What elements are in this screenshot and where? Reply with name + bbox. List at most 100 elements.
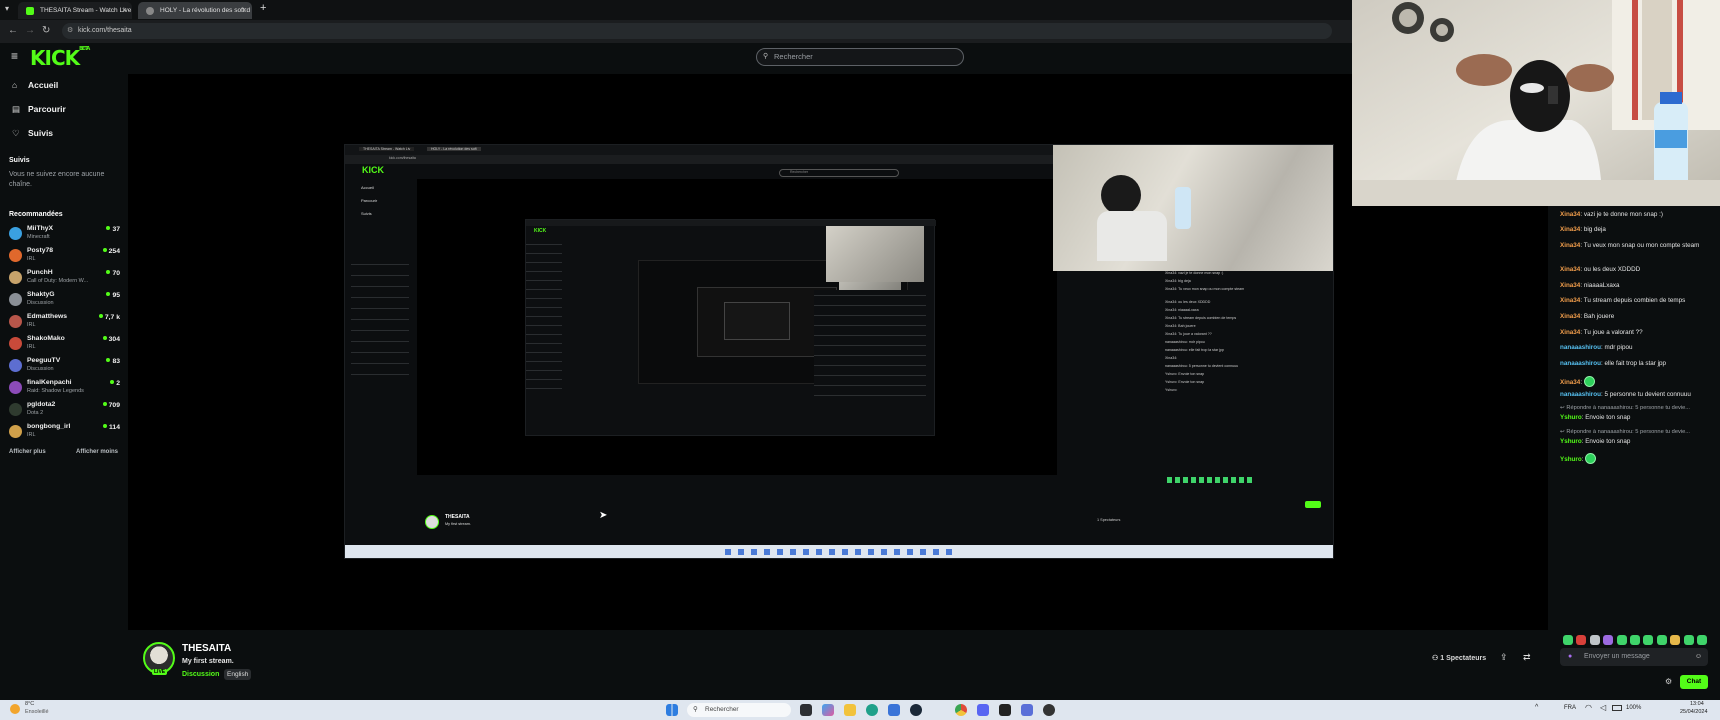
avatar — [9, 337, 22, 350]
terminal-icon[interactable] — [999, 704, 1011, 716]
category-link[interactable]: Discussion — [182, 671, 219, 678]
show-more-link[interactable]: Afficher plus — [9, 449, 46, 455]
emote-icon[interactable] — [1629, 635, 1640, 645]
chat-username[interactable]: Yshuro — [1560, 414, 1582, 421]
chat-username[interactable]: Yshuro — [1560, 456, 1582, 463]
url-text: kick.com/thesaita — [78, 27, 132, 34]
app-icon[interactable] — [1021, 704, 1033, 716]
chat-username[interactable]: Xina34 — [1560, 242, 1580, 249]
chat-send-button[interactable]: Chat — [1680, 675, 1708, 689]
chat-username[interactable]: nanaaashirou — [1560, 391, 1601, 398]
discord-icon[interactable] — [977, 704, 989, 716]
recommended-channel[interactable]: ShaktyG Discussion 95 — [8, 290, 120, 310]
edge-icon[interactable] — [866, 704, 878, 716]
emote-icon[interactable] — [1670, 635, 1681, 645]
close-tab-icon[interactable]: × — [122, 2, 127, 19]
recommended-channel[interactable]: Posty78 IRL 254 — [8, 246, 120, 266]
viewers-label: 1 Spectateurs — [1440, 655, 1487, 662]
chat-input-placeholder: Envoyer un message — [1584, 653, 1650, 660]
tab-thesaita[interactable]: THESAITA Stream - Watch Live × — [18, 2, 132, 19]
tray-chevron-icon[interactable]: ^ — [1535, 704, 1538, 711]
viewer-count: 95 — [106, 292, 120, 299]
kick-logo[interactable]: KICKBETA — [30, 46, 90, 70]
channel-category: Discussion — [27, 366, 54, 372]
search-placeholder: Rechercher — [774, 52, 813, 61]
tab-holy[interactable]: HOLY - La révolution des soft d × — [138, 2, 252, 19]
windows-start-icon[interactable] — [666, 704, 678, 716]
clock-date[interactable]: 25/04/2024 — [1680, 709, 1708, 715]
emote-icon[interactable] — [1616, 635, 1627, 645]
streamer-name[interactable]: THESAITA — [182, 643, 231, 654]
emote-icon[interactable] — [1563, 635, 1573, 645]
reload-icon[interactable]: ↻ — [42, 25, 50, 36]
emoji-picker-icon[interactable]: ☺ — [1695, 648, 1702, 666]
recommended-channel[interactable]: ShakoMako IRL 304 — [8, 334, 120, 354]
emote-icon[interactable] — [1683, 635, 1694, 645]
chat-username[interactable]: Xina34 — [1560, 297, 1580, 304]
steam-icon[interactable] — [910, 704, 922, 716]
chat-username[interactable]: Xina34 — [1560, 211, 1580, 218]
channel-name: pgldota2 — [27, 401, 56, 408]
emote-icon[interactable] — [1656, 635, 1667, 645]
language-indicator[interactable]: FRA — [1564, 705, 1576, 711]
recommended-channel[interactable]: Edmatthews IRL 7,7 k — [8, 312, 120, 332]
recommended-channel[interactable]: pgldota2 Dota 2 709 — [8, 400, 120, 420]
chat-username[interactable]: Xina34 — [1560, 329, 1580, 336]
back-icon[interactable]: ← — [8, 25, 18, 36]
recorder-icon[interactable] — [1043, 704, 1055, 716]
chat-username[interactable]: nanaaashirou — [1560, 360, 1601, 367]
site-info-icon[interactable]: ⚙ — [67, 23, 73, 39]
chat-message: Xina34: Tu joue a valorant ?? — [1560, 329, 1643, 336]
file-explorer-icon[interactable] — [844, 704, 856, 716]
browser-tab-bar: ▾ THESAITA Stream - Watch Live × HOLY - … — [0, 0, 1352, 20]
battery-icon[interactable] — [1612, 705, 1622, 711]
hamburger-menu-icon[interactable]: ≡ — [11, 49, 18, 63]
microphone-icon[interactable]: ● — [1568, 648, 1572, 666]
recommended-channel[interactable]: MiiThyX Minecraft 37 — [8, 224, 120, 244]
nav-label: Accueil — [28, 80, 59, 90]
chat-username[interactable]: Xina34 — [1560, 266, 1580, 273]
sidebar-item-accueil[interactable]: ⌂ Accueil — [12, 80, 58, 90]
channel-category: Raid: Shadow Legends — [27, 388, 84, 394]
live-badge: LIVE — [152, 669, 168, 675]
chat-username[interactable]: Xina34 — [1560, 379, 1580, 386]
recommended-channel[interactable]: bongbong_irl IRL 114 — [8, 422, 120, 442]
emote-icon[interactable] — [1696, 635, 1707, 645]
viewer-count: 70 — [106, 270, 120, 277]
forward-icon[interactable]: → — [25, 25, 35, 36]
recommended-channel[interactable]: PunchH Call of Duty: Modern W... 70 — [8, 268, 120, 288]
chat-username[interactable]: nanaaashirou — [1560, 344, 1601, 351]
recommended-channel[interactable]: PeeguuTV Discussion 83 — [8, 356, 120, 376]
close-tab-icon[interactable]: × — [242, 2, 247, 19]
share-icon[interactable]: ⇪ — [1500, 652, 1508, 663]
volume-icon[interactable]: ◁ — [1600, 703, 1606, 712]
taskbar-search[interactable]: ⚲ Rechercher — [687, 703, 791, 717]
copilot-icon[interactable] — [822, 704, 834, 716]
search-input[interactable]: ⚲ Rechercher — [756, 48, 964, 66]
emote-icon[interactable] — [1589, 635, 1600, 645]
recommended-channel[interactable]: finalKenpachi Raid: Shadow Legends 2 — [8, 378, 120, 398]
show-less-link[interactable]: Afficher moins — [76, 449, 118, 455]
chat-input[interactable]: ● Envoyer un message ☺ — [1560, 648, 1708, 666]
chat-username[interactable]: Yshuro — [1560, 438, 1582, 445]
sidebar-item-suivis[interactable]: ♡ Suivis — [12, 128, 53, 139]
language-badge[interactable]: English — [224, 669, 252, 680]
task-view-icon[interactable] — [800, 704, 812, 716]
emote-icon[interactable] — [1576, 635, 1587, 645]
url-field[interactable]: ⚙ kick.com/thesaita — [62, 23, 1332, 39]
chrome-icon[interactable] — [955, 704, 967, 716]
chat-username[interactable]: Xina34 — [1560, 282, 1580, 289]
tab-menu-icon[interactable]: ▾ — [5, 4, 9, 13]
weather-icon[interactable] — [10, 704, 20, 714]
store-icon[interactable] — [888, 704, 900, 716]
chat-settings-gear-icon[interactable]: ⚙ — [1665, 677, 1672, 686]
emote-icon[interactable] — [1643, 635, 1654, 645]
clock-time[interactable]: 13:04 — [1690, 701, 1704, 707]
sidebar-item-parcourir[interactable]: ▤ Parcourir — [12, 104, 66, 115]
emote-icon[interactable] — [1603, 635, 1614, 645]
chat-username[interactable]: Xina34 — [1560, 226, 1580, 233]
chat-settings-icon[interactable]: ⇄ — [1523, 652, 1531, 663]
new-tab-icon[interactable]: + — [260, 2, 266, 14]
wifi-icon[interactable]: ◠ — [1585, 703, 1592, 712]
chat-username[interactable]: Xina34 — [1560, 313, 1580, 320]
